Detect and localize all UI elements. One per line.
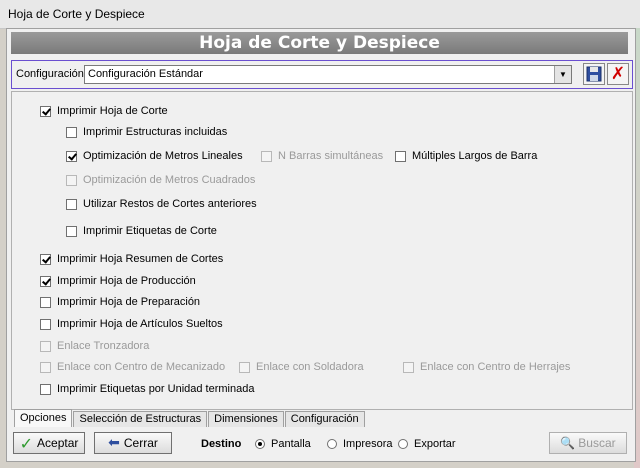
radio-label: Exportar bbox=[414, 438, 456, 450]
checkbox-box bbox=[403, 361, 414, 373]
checkbox-label: Imprimir Hoja Resumen de Cortes bbox=[57, 253, 224, 265]
checkbox-box[interactable] bbox=[66, 198, 77, 210]
window-title: Hoja de Corte y Despiece bbox=[8, 7, 145, 21]
radio-label: Pantalla bbox=[271, 438, 311, 450]
bottom-action-bar: ✓ Aceptar ⬅ Cerrar Destino Pantalla Impr… bbox=[11, 428, 631, 458]
checkbox-enlace-mecanizado: Enlace con Centro de Mecanizado bbox=[40, 360, 225, 374]
options-panel: Imprimir Hoja de Corte Imprimir Estructu… bbox=[11, 91, 633, 410]
checkbox-label: Enlace Tronzadora bbox=[57, 340, 150, 352]
checkbox-label: Utilizar Restos de Cortes anteriores bbox=[83, 198, 257, 210]
checkbox-box[interactable] bbox=[395, 150, 406, 162]
checkbox-box[interactable] bbox=[40, 318, 51, 330]
checkbox-enlace-tronzadora: Enlace Tronzadora bbox=[40, 339, 149, 353]
checkbox-box[interactable] bbox=[40, 105, 51, 117]
checkmark-icon: ✓ bbox=[19, 433, 34, 453]
checkbox-label: Múltiples Largos de Barra bbox=[412, 150, 538, 162]
dialog-banner-title: Hoja de Corte y Despiece bbox=[11, 32, 628, 54]
checkbox-imprimir-hoja-corte[interactable]: Imprimir Hoja de Corte bbox=[40, 104, 168, 118]
checkbox-optimizacion-lineales[interactable]: Optimización de Metros Lineales bbox=[66, 149, 243, 163]
configuration-select[interactable]: Configuración Estándar ▼ bbox=[84, 65, 572, 84]
checkbox-etiquetas-corte[interactable]: Imprimir Etiquetas de Corte bbox=[66, 224, 217, 238]
checkbox-enlace-herrajes: Enlace con Centro de Herrajes bbox=[403, 360, 570, 374]
radio-exportar[interactable]: Exportar bbox=[398, 438, 456, 450]
checkbox-optimizacion-cuadrados: Optimización de Metros Cuadrados bbox=[66, 173, 255, 187]
floppy-disk-icon bbox=[586, 66, 602, 82]
checkbox-label: Imprimir Etiquetas por Unidad terminada bbox=[57, 383, 255, 395]
checkbox-etiquetas-unidad[interactable]: Imprimir Etiquetas por Unidad terminada bbox=[40, 382, 254, 396]
configuration-label: Configuración bbox=[16, 68, 84, 80]
checkbox-box[interactable] bbox=[40, 383, 51, 395]
checkbox-box bbox=[40, 340, 51, 352]
checkbox-hoja-resumen[interactable]: Imprimir Hoja Resumen de Cortes bbox=[40, 252, 223, 266]
configuration-selected-value: Configuración Estándar bbox=[88, 68, 203, 80]
checkbox-box[interactable] bbox=[66, 126, 77, 138]
checkbox-label: Enlace con Centro de Herrajes bbox=[420, 361, 571, 373]
checkbox-label: N Barras simultáneas bbox=[278, 150, 384, 162]
chevron-down-icon[interactable]: ▼ bbox=[554, 66, 571, 83]
checkbox-hoja-preparacion[interactable]: Imprimir Hoja de Preparación bbox=[40, 295, 200, 309]
tab-dimensiones[interactable]: Dimensiones bbox=[208, 411, 284, 427]
radio-impresora[interactable]: Impresora bbox=[327, 438, 393, 450]
destino-label: Destino bbox=[201, 438, 242, 450]
radio-dot[interactable] bbox=[327, 439, 337, 449]
back-arrow-icon: ⬅ bbox=[108, 435, 120, 451]
checkbox-box[interactable] bbox=[40, 253, 51, 265]
checkbox-multiples-largos[interactable]: Múltiples Largos de Barra bbox=[395, 149, 537, 163]
checkbox-n-barras: N Barras simultáneas bbox=[261, 149, 383, 163]
checkbox-imprimir-estructuras[interactable]: Imprimir Estructuras incluidas bbox=[66, 125, 227, 139]
close-button[interactable]: ⬅ Cerrar bbox=[94, 432, 172, 454]
save-config-button[interactable] bbox=[583, 63, 605, 85]
delete-x-icon: ✗ bbox=[610, 64, 626, 84]
checkbox-label: Enlace con Centro de Mecanizado bbox=[57, 361, 226, 373]
checkbox-box bbox=[239, 361, 250, 373]
checkbox-label: Imprimir Hoja de Preparación bbox=[57, 296, 201, 308]
checkbox-box[interactable] bbox=[40, 275, 51, 287]
accept-button[interactable]: ✓ Aceptar bbox=[13, 432, 85, 454]
delete-config-button[interactable]: ✗ bbox=[607, 63, 629, 85]
checkbox-label: Enlace con Soldadora bbox=[256, 361, 364, 373]
radio-dot[interactable] bbox=[255, 439, 265, 449]
checkbox-enlace-soldadora: Enlace con Soldadora bbox=[239, 360, 364, 374]
accept-button-label: Aceptar bbox=[37, 436, 79, 450]
checkbox-hoja-produccion[interactable]: Imprimir Hoja de Producción bbox=[40, 274, 196, 288]
checkbox-label: Imprimir Hoja de Producción bbox=[57, 275, 196, 287]
radio-pantalla[interactable]: Pantalla bbox=[255, 438, 311, 450]
checkbox-label: Optimización de Metros Lineales bbox=[83, 150, 243, 162]
checkbox-label: Imprimir Estructuras incluidas bbox=[83, 126, 228, 138]
checkbox-box[interactable] bbox=[66, 150, 77, 162]
checkbox-articulos-sueltos[interactable]: Imprimir Hoja de Artículos Sueltos bbox=[40, 317, 223, 331]
radio-label: Impresora bbox=[343, 438, 393, 450]
checkbox-box bbox=[40, 361, 51, 373]
checkbox-utilizar-restos[interactable]: Utilizar Restos de Cortes anteriores bbox=[66, 197, 257, 211]
tab-opciones[interactable]: Opciones bbox=[14, 409, 73, 427]
search-icon: 🔍 bbox=[560, 436, 576, 450]
checkbox-label: Optimización de Metros Cuadrados bbox=[83, 174, 256, 186]
checkbox-label: Imprimir Etiquetas de Corte bbox=[83, 225, 217, 237]
window-titlebar: Hoja de Corte y Despiece bbox=[0, 0, 640, 29]
tab-seleccion-estructuras[interactable]: Selección de Estructuras bbox=[73, 411, 208, 427]
search-button[interactable]: 🔍 Buscar bbox=[549, 432, 627, 454]
checkbox-label: Imprimir Hoja de Corte bbox=[57, 105, 168, 117]
search-button-label: Buscar bbox=[578, 436, 616, 450]
tab-configuracion[interactable]: Configuración bbox=[284, 411, 365, 427]
checkbox-box bbox=[261, 150, 272, 162]
checkbox-box bbox=[66, 174, 77, 186]
close-button-label: Cerrar bbox=[123, 436, 158, 450]
checkbox-box[interactable] bbox=[40, 296, 51, 308]
checkbox-label: Imprimir Hoja de Artículos Sueltos bbox=[57, 318, 223, 330]
checkbox-box[interactable] bbox=[66, 225, 77, 237]
radio-dot[interactable] bbox=[398, 439, 408, 449]
tab-strip: Opciones Selección de Estructuras Dimens… bbox=[14, 409, 366, 427]
configuration-bar: Configuración Configuración Estándar ▼ ✗ bbox=[11, 60, 633, 89]
